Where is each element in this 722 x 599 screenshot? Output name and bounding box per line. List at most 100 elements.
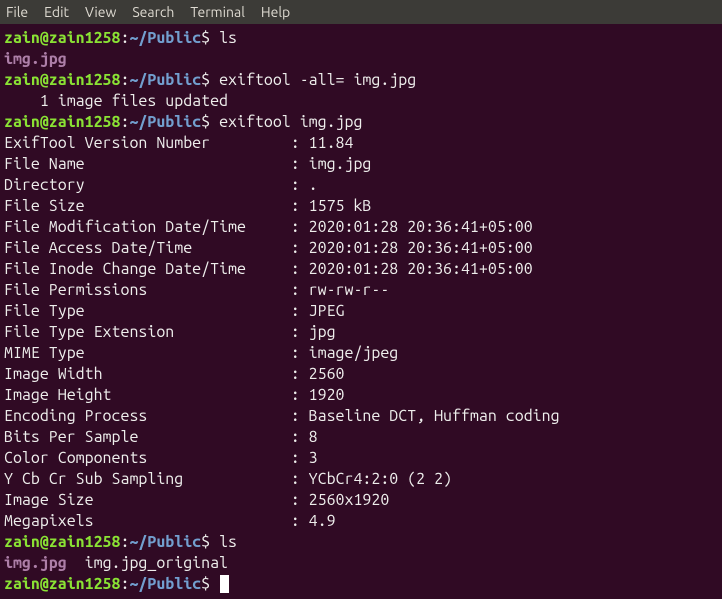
exif-value: 2020:01:28 20:36:41+05:00 xyxy=(309,260,533,278)
exif-value: JPEG xyxy=(309,302,345,320)
exif-value: 2020:01:28 20:36:41+05:00 xyxy=(309,218,533,236)
exif-key: Y Cb Cr Sub Sampling xyxy=(4,470,291,488)
ls-output-file: img.jpg xyxy=(4,554,67,572)
menu-help[interactable]: Help xyxy=(261,2,290,23)
prompt-line: zain@zain1258:~/Public$ xyxy=(4,574,718,595)
menubar: File Edit View Search Terminal Help xyxy=(0,0,722,24)
menu-search[interactable]: Search xyxy=(132,2,174,23)
output-line: img.jpg img.jpg_original xyxy=(4,553,718,574)
exif-key: File Permissions xyxy=(4,281,291,299)
exif-row: File Modification Date/Time : 2020:01:28… xyxy=(4,217,718,238)
prompt-line: zain@zain1258:~/Public$ ls xyxy=(4,28,718,49)
prompt-end: $ xyxy=(201,113,219,131)
exif-colon: : xyxy=(291,197,309,215)
exif-row: ExifTool Version Number : 11.84 xyxy=(4,133,718,154)
exif-row: Encoding Process : Baseline DCT, Huffman… xyxy=(4,406,718,427)
menu-file[interactable]: File xyxy=(6,2,28,23)
exif-row: File Type : JPEG xyxy=(4,301,718,322)
command-text: ls xyxy=(219,29,237,47)
exif-colon: : xyxy=(291,260,309,278)
exif-key: MIME Type xyxy=(4,344,291,362)
menu-edit[interactable]: Edit xyxy=(44,2,69,23)
prompt-end: $ xyxy=(201,575,219,593)
exif-value: . xyxy=(309,176,318,194)
exif-row: Y Cb Cr Sub Sampling : YCbCr4:2:0 (2 2) xyxy=(4,469,718,490)
exif-colon: : xyxy=(291,218,309,236)
ls-output-file: img.jpg_original xyxy=(67,554,228,572)
prompt-path: ~/Public xyxy=(129,575,201,593)
exif-value: YCbCr4:2:0 (2 2) xyxy=(309,470,452,488)
exif-key: Directory xyxy=(4,176,291,194)
exif-key: ExifTool Version Number xyxy=(4,134,291,152)
exif-key: File Size xyxy=(4,197,291,215)
prompt-end: $ xyxy=(201,533,219,551)
menu-view[interactable]: View xyxy=(85,2,116,23)
prompt-sep: : xyxy=(120,575,129,593)
exif-value: 4.9 xyxy=(309,512,336,530)
exif-value: 2020:01:28 20:36:41+05:00 xyxy=(309,239,533,257)
exif-value: 8 xyxy=(309,428,318,446)
exif-row: File Permissions : rw-rw-r-- xyxy=(4,280,718,301)
exif-row: File Access Date/Time : 2020:01:28 20:36… xyxy=(4,238,718,259)
exif-colon: : xyxy=(291,470,309,488)
exif-row: Color Components : 3 xyxy=(4,448,718,469)
command-text: exiftool -all= img.jpg xyxy=(219,71,416,89)
exif-key: File Name xyxy=(4,155,291,173)
exif-key: File Inode Change Date/Time xyxy=(4,260,291,278)
exif-value: 1575 kB xyxy=(309,197,372,215)
prompt-user-host: zain@zain1258 xyxy=(4,71,120,89)
prompt-end: $ xyxy=(201,71,219,89)
prompt-path: ~/Public xyxy=(129,533,201,551)
exif-colon: : xyxy=(291,344,309,362)
exif-colon: : xyxy=(291,134,309,152)
menu-terminal[interactable]: Terminal xyxy=(190,2,245,23)
exif-value: img.jpg xyxy=(309,155,372,173)
prompt-user-host: zain@zain1258 xyxy=(4,533,120,551)
exif-key: Bits Per Sample xyxy=(4,428,291,446)
exif-colon: : xyxy=(291,449,309,467)
exif-colon: : xyxy=(291,176,309,194)
exif-colon: : xyxy=(291,386,309,404)
exif-colon: : xyxy=(291,512,309,530)
exif-key: File Type xyxy=(4,302,291,320)
terminal-viewport[interactable]: zain@zain1258:~/Public$ lsimg.jpgzain@za… xyxy=(0,24,722,599)
exif-row: File Size : 1575 kB xyxy=(4,196,718,217)
exif-key: Image Height xyxy=(4,386,291,404)
command-text: ls xyxy=(219,533,237,551)
exif-value: image/jpeg xyxy=(309,344,399,362)
exif-row: Megapixels : 4.9 xyxy=(4,511,718,532)
exif-row: File Type Extension : jpg xyxy=(4,322,718,343)
exif-colon: : xyxy=(291,491,309,509)
exif-value: rw-rw-r-- xyxy=(309,281,390,299)
exif-value: 2560 xyxy=(309,365,345,383)
exif-row: Directory : . xyxy=(4,175,718,196)
exif-colon: : xyxy=(291,281,309,299)
exif-key: Image Width xyxy=(4,365,291,383)
exif-colon: : xyxy=(291,428,309,446)
prompt-path: ~/Public xyxy=(129,29,201,47)
exif-row: MIME Type : image/jpeg xyxy=(4,343,718,364)
exif-row: File Name : img.jpg xyxy=(4,154,718,175)
exif-row: Image Height : 1920 xyxy=(4,385,718,406)
prompt-line: zain@zain1258:~/Public$ exiftool img.jpg xyxy=(4,112,718,133)
exif-key: Color Components xyxy=(4,449,291,467)
exif-value: jpg xyxy=(309,323,336,341)
exif-row: Bits Per Sample : 8 xyxy=(4,427,718,448)
prompt-path: ~/Public xyxy=(129,71,201,89)
prompt-line: zain@zain1258:~/Public$ ls xyxy=(4,532,718,553)
exif-key: File Type Extension xyxy=(4,323,291,341)
exif-key: File Modification Date/Time xyxy=(4,218,291,236)
exif-colon: : xyxy=(291,302,309,320)
exif-strip-output: 1 image files updated xyxy=(4,92,228,110)
exif-row: Image Width : 2560 xyxy=(4,364,718,385)
prompt-path: ~/Public xyxy=(129,113,201,131)
exif-key: Encoding Process xyxy=(4,407,291,425)
output-line: img.jpg xyxy=(4,49,718,70)
prompt-user-host: zain@zain1258 xyxy=(4,575,120,593)
prompt-end: $ xyxy=(201,29,219,47)
terminal-cursor xyxy=(220,575,229,593)
exif-colon: : xyxy=(291,239,309,257)
prompt-user-host: zain@zain1258 xyxy=(4,29,120,47)
exif-value: Baseline DCT, Huffman coding xyxy=(309,407,560,425)
exif-colon: : xyxy=(291,323,309,341)
